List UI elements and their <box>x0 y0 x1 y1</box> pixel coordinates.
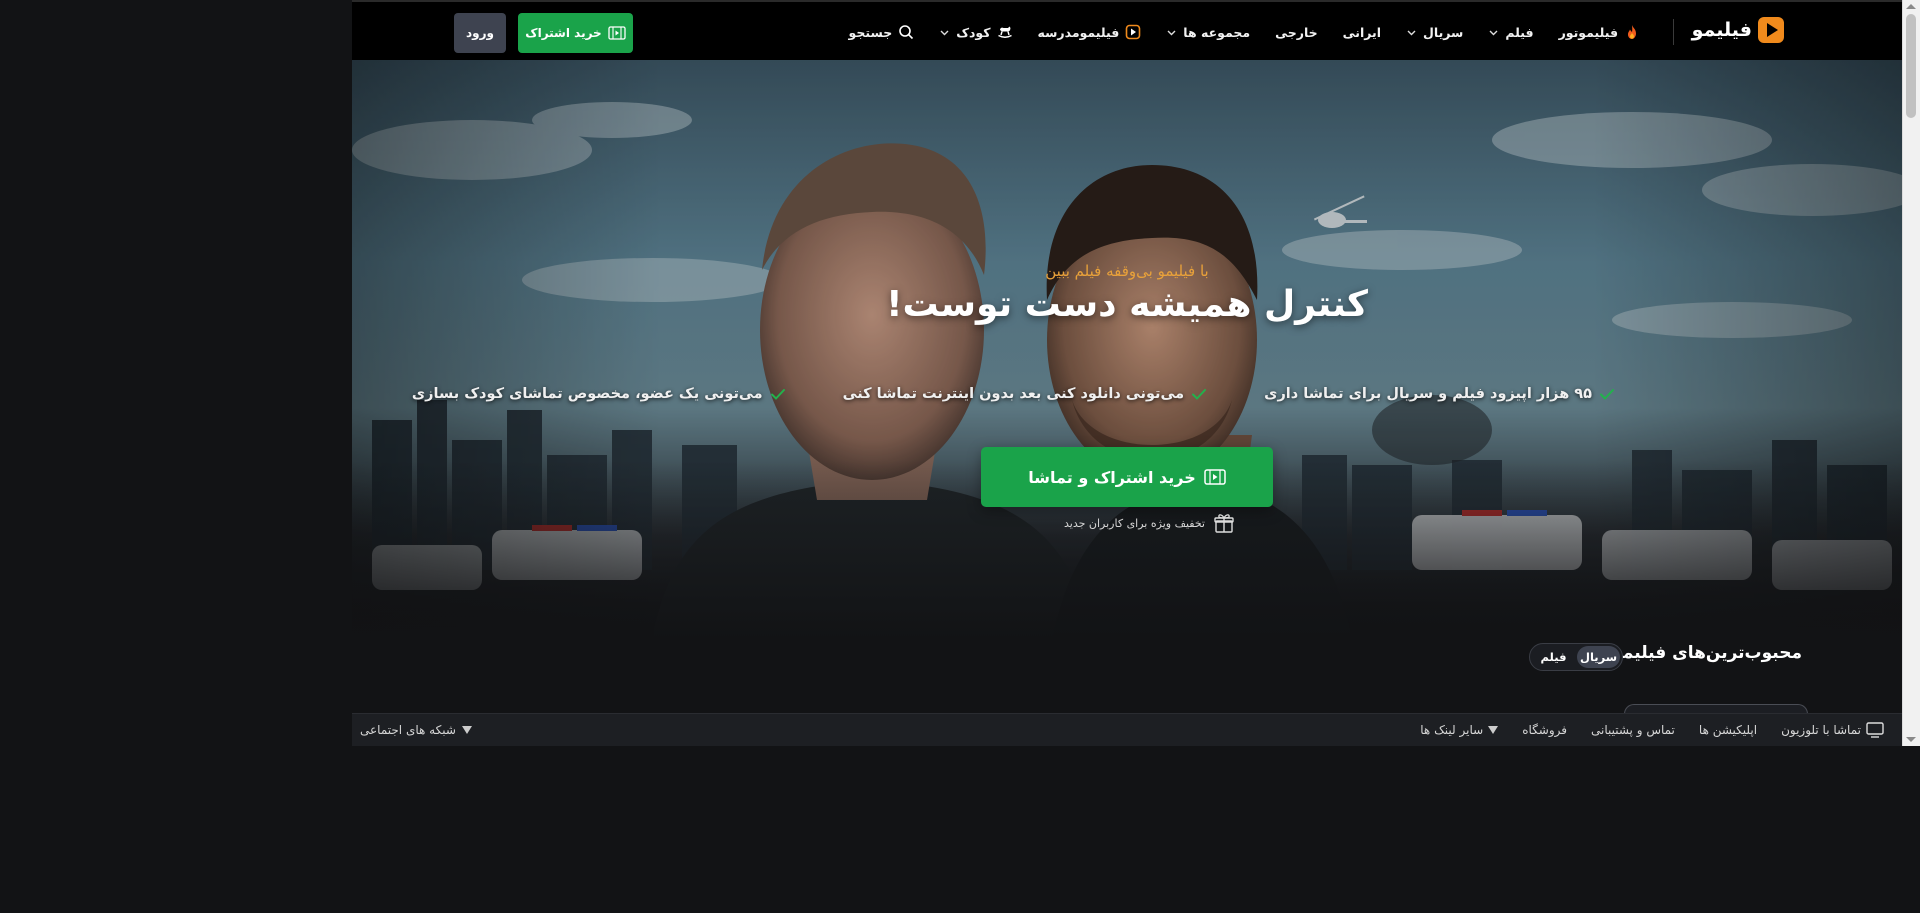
check-icon <box>1192 389 1207 400</box>
content-type-toggle: سریال فیلم <box>1529 643 1623 671</box>
hero-background-image <box>352 60 1902 640</box>
hero-tagline-text: با فیلیمو بی‌وقفه فیلم ببین <box>1045 262 1209 280</box>
chevron-down-icon <box>1167 30 1176 35</box>
nav-item-filimotor[interactable]: فیلیموتور <box>1559 24 1640 40</box>
gift-icon <box>1214 514 1234 533</box>
nav-label: کودک <box>956 24 991 40</box>
nav-item-collections[interactable]: مجموعه ها <box>1166 25 1250 40</box>
social-networks-dropdown[interactable]: شبکه های اجتماعی <box>360 714 472 746</box>
footer-link-label: سایر لینک ها <box>1420 723 1484 737</box>
page-scrollbar[interactable] <box>1902 0 1920 746</box>
fire-icon <box>1628 25 1636 39</box>
nav-label: جستجو <box>848 24 893 40</box>
feature-text: می‌تونی یک عضو، مخصوص تماشای کودک بسازی <box>411 386 763 402</box>
footer-link-label: اپلیکیشن ها <box>1698 723 1758 737</box>
feature-item: می‌تونی یک عضو، مخصوص تماشای کودک بسازی <box>412 385 787 403</box>
feature-text: ۹۵ هزار اپیزود فیلم و سریال برای تماشا د… <box>1264 386 1592 402</box>
feature-item: ۹۵ هزار اپیزود فیلم و سریال برای تماشا د… <box>1264 385 1616 403</box>
subscribe-and-watch-label: خرید اشتراک و تماشا <box>1028 467 1196 487</box>
subscribe-button[interactable]: خرید اشتراک <box>518 13 633 53</box>
nav-item-film[interactable]: فیلم <box>1488 24 1534 40</box>
footer-link-other[interactable]: سایر لینک ها <box>1420 723 1499 737</box>
toggle-film[interactable]: فیلم <box>1532 646 1575 668</box>
chevron-down-icon <box>1489 30 1498 35</box>
footer-link-label: تماس و پشتیبانی <box>1590 723 1675 737</box>
feature-item: می‌تونی دانلود کنی بعد بدون اینترنت تماش… <box>843 385 1209 403</box>
check-icon <box>770 389 785 400</box>
nav-item-khareji[interactable]: خارجی <box>1275 25 1318 40</box>
footer-link-shop[interactable]: فروشگاه <box>1522 723 1567 737</box>
caret-down-icon <box>461 726 472 734</box>
scroll-up-arrow-icon[interactable] <box>1906 4 1916 9</box>
chevron-down-icon <box>1407 30 1416 35</box>
nav-label: ایرانی <box>1342 24 1382 40</box>
tv-icon <box>1866 722 1884 738</box>
footer-link-contact[interactable]: تماس و پشتیبانی <box>1591 723 1675 737</box>
footer-links: تماشا با تلوزیون اپلیکیشن ها تماس و پشتی… <box>1420 714 1884 746</box>
nav-item-irani[interactable]: ایرانی <box>1343 25 1381 40</box>
discount-note-text: تخفیف ویژه برای کاربران جدید <box>1064 516 1205 530</box>
popular-section-title: محبوب‌ترین‌های فیلیمو <box>1612 643 1802 663</box>
nav-label: مجموعه ها <box>1183 24 1251 40</box>
footer-link-apps[interactable]: اپلیکیشن ها <box>1699 723 1757 737</box>
nav-label: فیلیمومدرسه <box>1037 24 1120 40</box>
ticket-icon <box>608 26 626 40</box>
page: فیلیمو فیلیموتور فیلم سریال ایرانی خارجی… <box>352 0 1920 746</box>
footer-link-label: فروشگاه <box>1522 723 1567 737</box>
hero-title: کنترل همیشه دست توست! <box>886 284 1368 325</box>
filimo-logo-icon <box>1758 17 1784 43</box>
header-divider <box>1673 19 1674 45</box>
bottom-bar: تماشا با تلوزیون اپلیکیشن ها تماس و پشتی… <box>352 713 1902 746</box>
caret-down-icon <box>1488 726 1499 734</box>
footer-link-tv[interactable]: تماشا با تلوزیون <box>1781 722 1884 738</box>
ticket-icon <box>1203 469 1226 485</box>
school-play-icon <box>1125 24 1141 40</box>
logo-text: فیلیمو <box>1691 19 1752 41</box>
nav-label: فیلم <box>1505 24 1534 40</box>
social-networks-label: شبکه های اجتماعی <box>360 723 456 737</box>
nav-item-serial[interactable]: سریال <box>1406 25 1463 40</box>
feature-text: می‌تونی دانلود کنی بعد بدون اینترنت تماش… <box>842 386 1185 402</box>
footer-link-label: تماشا با تلوزیون <box>1781 723 1861 737</box>
scroll-down-arrow-icon[interactable] <box>1906 737 1916 742</box>
nav-item-filimo-school[interactable]: فیلیمومدرسه <box>1038 24 1142 40</box>
nav-item-search[interactable]: جستجو <box>849 24 915 40</box>
chevron-down-icon <box>940 30 949 35</box>
main-nav: فیلیموتور فیلم سریال ایرانی خارجی مجموعه… <box>849 2 1640 62</box>
login-button-label: ورود <box>466 26 494 40</box>
discount-note: تخفیف ویژه برای کاربران جدید <box>352 512 1902 534</box>
nav-label: سریال <box>1423 24 1464 40</box>
subscribe-and-watch-button[interactable]: خرید اشتراک و تماشا <box>981 447 1273 507</box>
login-button[interactable]: ورود <box>454 13 506 53</box>
scrollbar-thumb[interactable] <box>1906 14 1916 118</box>
toggle-serial[interactable]: سریال <box>1577 646 1620 668</box>
rocking-horse-icon <box>997 26 1012 38</box>
nav-label: خارجی <box>1275 24 1318 40</box>
check-icon <box>1600 389 1614 400</box>
hero-banner: با فیلیمو بی‌وقفه فیلم ببین کنترل همیشه … <box>352 60 1902 640</box>
top-navbar: فیلیمو فیلیموتور فیلم سریال ایرانی خارجی… <box>352 0 1902 60</box>
search-icon <box>899 25 914 40</box>
subscribe-button-label: خرید اشتراک <box>525 26 602 40</box>
filimo-logo[interactable]: فیلیمو <box>1692 17 1784 43</box>
hero-tagline: با فیلیمو بی‌وقفه فیلم ببین <box>352 262 1902 280</box>
nav-label: فیلیموتور <box>1558 24 1618 40</box>
nav-item-kids[interactable]: کودک <box>939 24 1012 40</box>
feature-list: ۹۵ هزار اپیزود فیلم و سریال برای تماشا د… <box>412 385 1616 403</box>
